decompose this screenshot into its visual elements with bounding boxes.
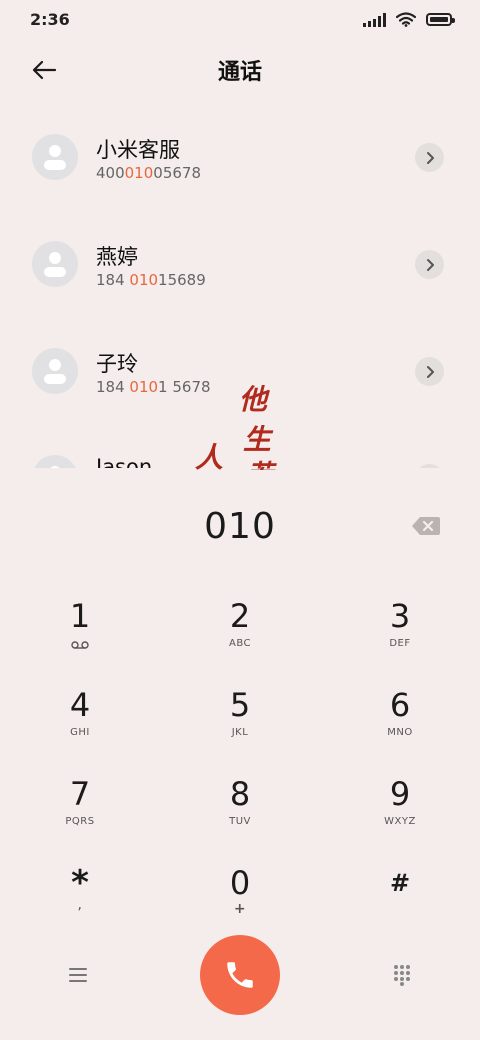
watermark-char: 他: [239, 383, 268, 416]
dial-display: 010: [0, 500, 480, 560]
chevron-right-icon: [426, 365, 434, 378]
dialed-number: 010: [204, 506, 276, 547]
key-0[interactable]: 0 +: [180, 865, 300, 945]
key-3[interactable]: 3 DEF: [340, 598, 460, 678]
key-7[interactable]: 7 PQRS: [20, 776, 140, 856]
contact-number: 184 0101 5678: [96, 378, 211, 396]
contact-detail-button[interactable]: [415, 143, 444, 172]
contact-detail-button[interactable]: [415, 464, 444, 468]
status-time: 2:36: [30, 10, 70, 29]
key-6[interactable]: 6 MNO: [340, 687, 460, 767]
avatar: [32, 455, 78, 468]
contact-name: 小米客服: [96, 138, 180, 162]
keypad: 1 2 ABC 3 DEF 4 GHI 5 JKL 6 MNO 7 PQRS 8…: [0, 590, 480, 930]
key-star[interactable]: * ,: [20, 865, 140, 945]
voicemail-icon: [71, 641, 89, 649]
number-match: 010: [129, 271, 159, 289]
wifi-icon: [396, 12, 416, 27]
contact-name: 燕婷: [96, 245, 138, 269]
status-icons: [363, 12, 455, 27]
menu-icon: [69, 968, 87, 982]
watermark-char: 生: [243, 423, 272, 456]
calligraphy-watermark: 他 生 人 若: [195, 378, 285, 470]
contact-name: Jason: [96, 455, 153, 468]
watermark-char: 人: [195, 441, 224, 470]
key-hash[interactable]: #: [340, 865, 460, 945]
header: 通话: [0, 48, 480, 92]
contact-number: 184 01015689: [96, 271, 206, 289]
avatar: [32, 134, 78, 180]
signal-icon: [363, 12, 386, 27]
key-8[interactable]: 8 TUV: [180, 776, 300, 856]
number-match: 010: [124, 164, 154, 182]
key-9[interactable]: 9 WXYZ: [340, 776, 460, 856]
menu-button[interactable]: [64, 963, 92, 987]
dialpad-icon: [394, 965, 410, 986]
contact-name: 子玲: [96, 352, 138, 376]
battery-icon: [426, 13, 455, 26]
dialer-screen: 2:36 通话 小米客服 40001005678 燕婷 184 01015689…: [0, 0, 480, 1040]
bottom-bar: [0, 935, 480, 1015]
key-1[interactable]: 1: [20, 598, 140, 678]
contact-row[interactable]: 小米客服 40001005678: [0, 104, 480, 204]
key-5[interactable]: 5 JKL: [180, 687, 300, 767]
chevron-right-icon: [426, 258, 434, 271]
contact-detail-button[interactable]: [415, 250, 444, 279]
contact-number: 40001005678: [96, 164, 201, 182]
contact-row[interactable]: 燕婷 184 01015689: [0, 211, 480, 311]
number-match: 010: [129, 378, 159, 396]
key-2[interactable]: 2 ABC: [180, 598, 300, 678]
page-title: 通话: [217, 60, 262, 85]
key-4[interactable]: 4 GHI: [20, 687, 140, 767]
watermark-char: 若: [247, 454, 273, 470]
backspace-button[interactable]: [410, 515, 442, 537]
dialpad-toggle-button[interactable]: [388, 961, 416, 989]
call-button[interactable]: [200, 935, 280, 1015]
avatar: [32, 241, 78, 287]
phone-icon: [227, 962, 253, 988]
avatar: [32, 348, 78, 394]
chevron-right-icon: [426, 151, 434, 164]
backspace-icon: [412, 517, 440, 535]
contact-detail-button[interactable]: [415, 357, 444, 386]
status-bar: 2:36: [0, 0, 480, 40]
